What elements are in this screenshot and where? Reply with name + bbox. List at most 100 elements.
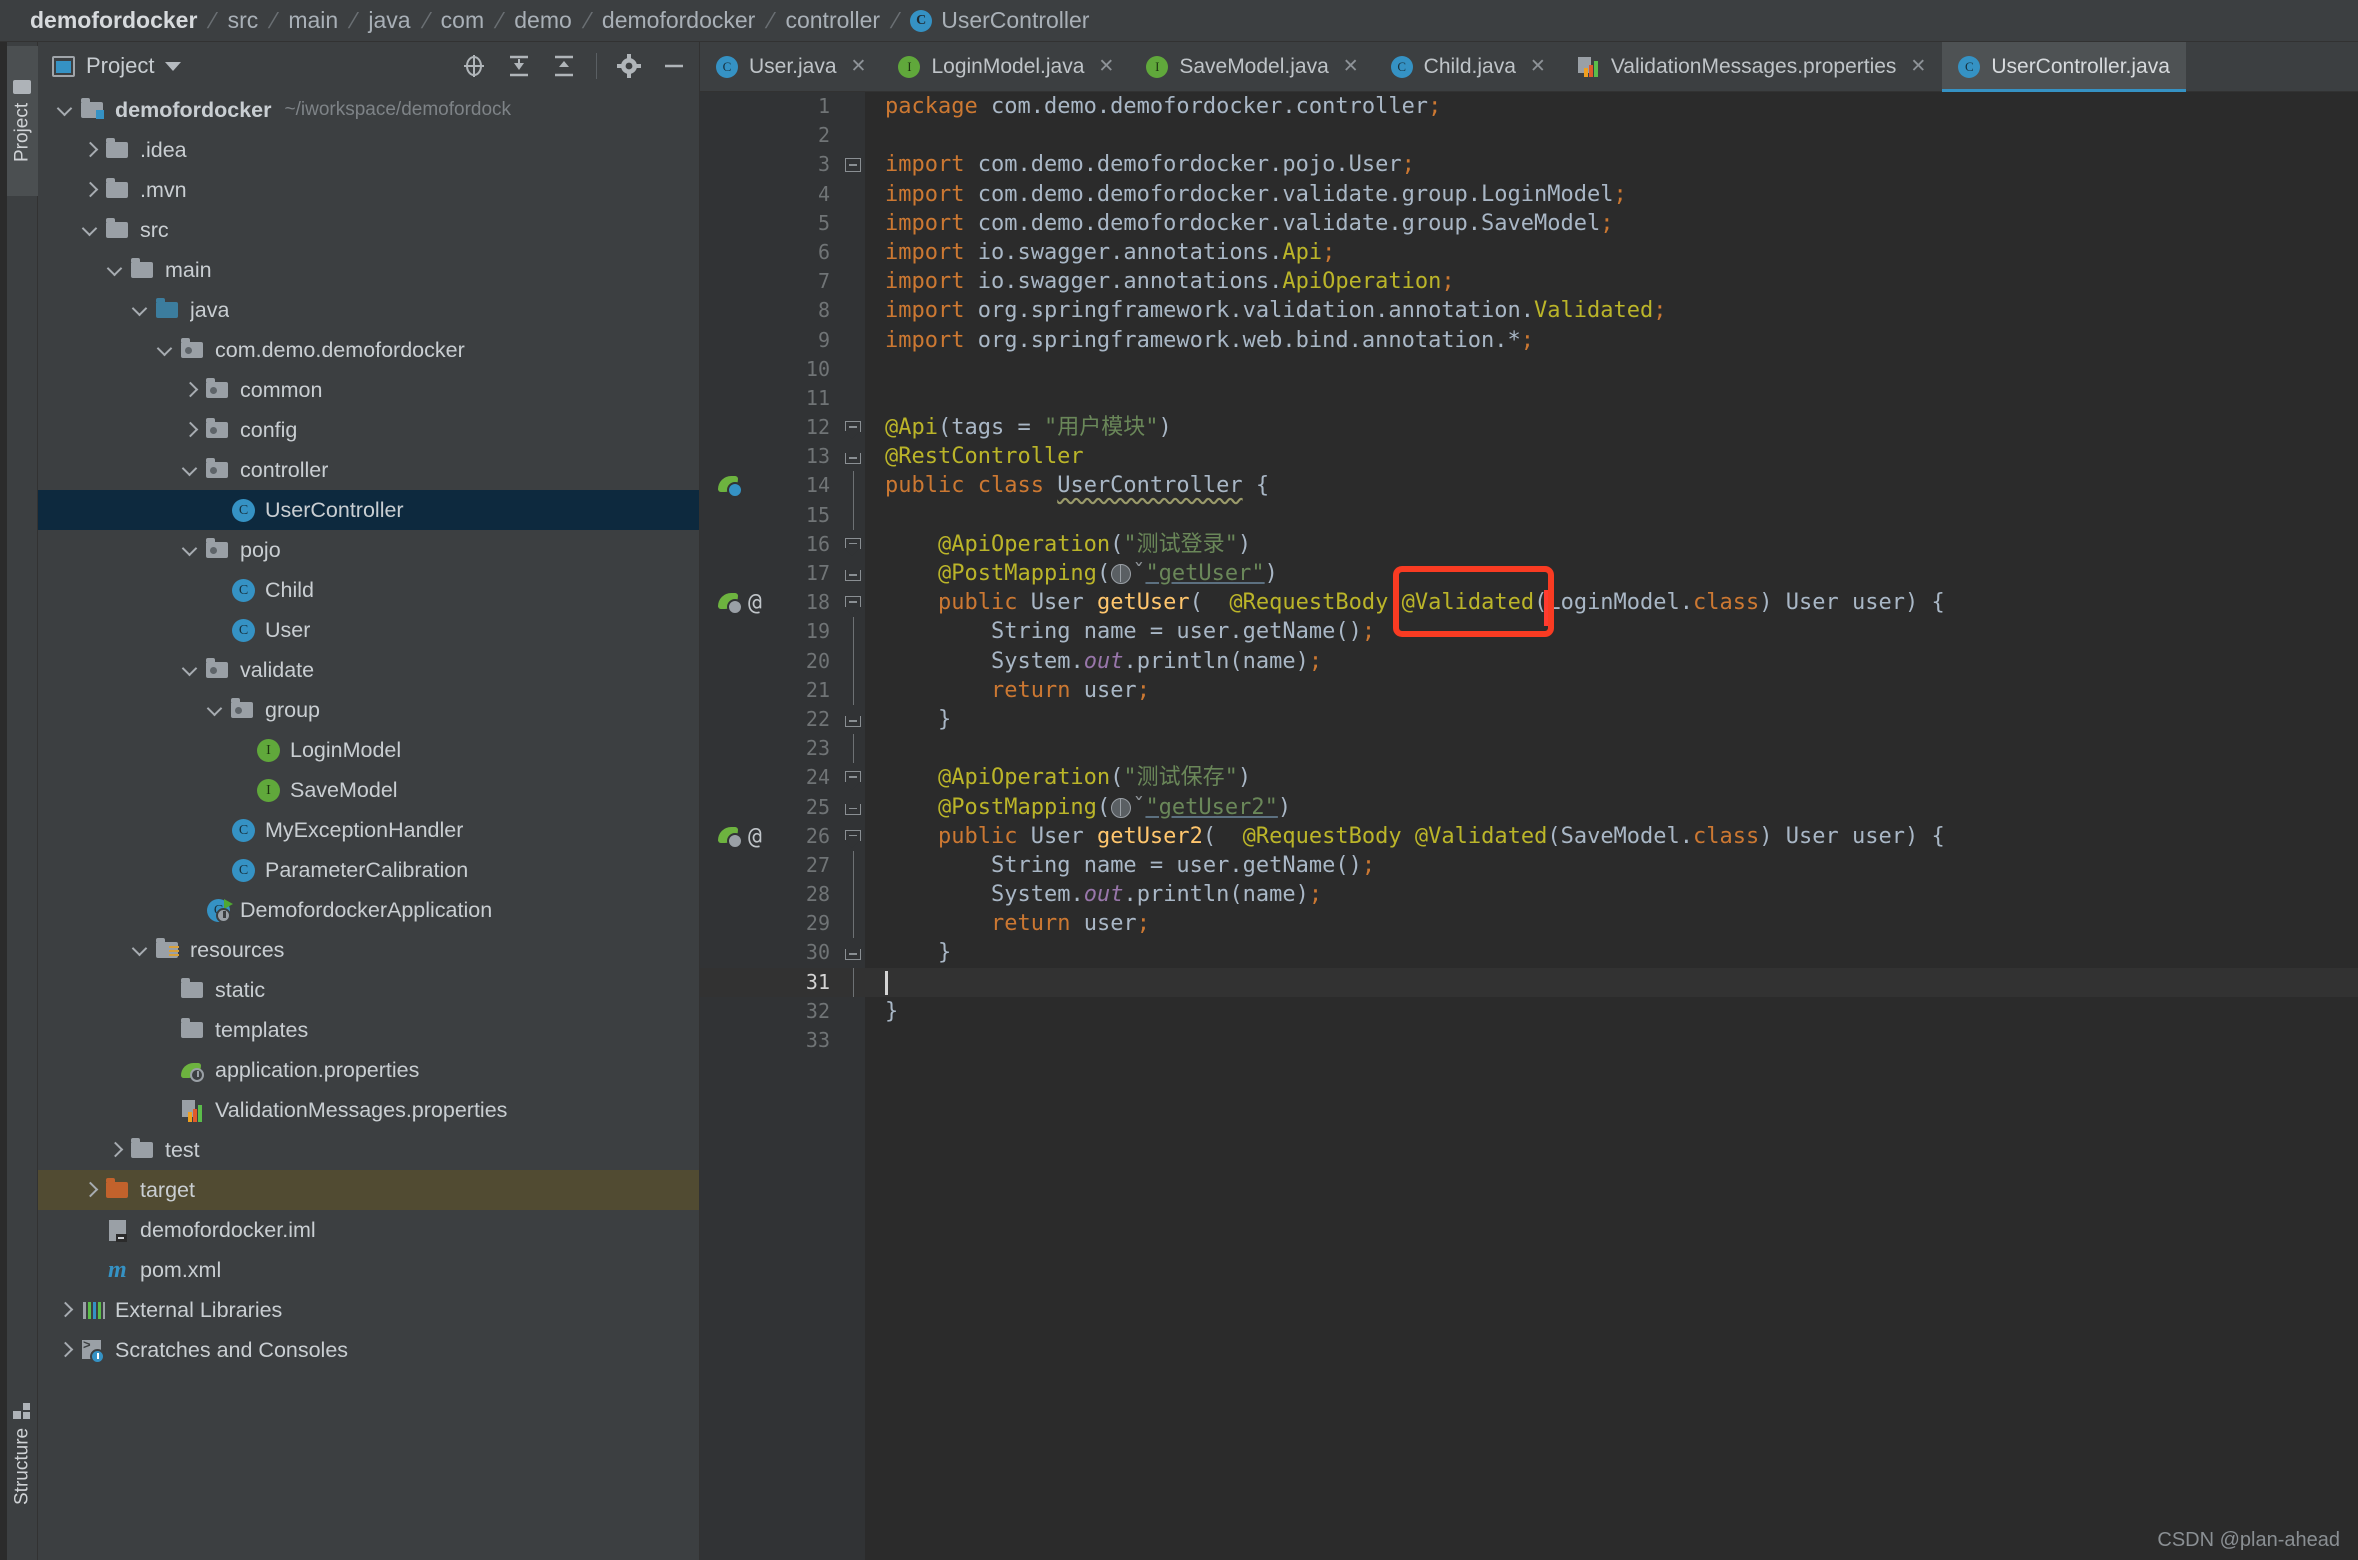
tool-window-button-structure[interactable]: Structure	[7, 1374, 38, 1534]
fold-toggle-icon[interactable]	[845, 803, 861, 815]
code-line-text[interactable]: return user;	[885, 676, 2358, 705]
code-line-25[interactable]: 25 @PostMapping(ˇ"getUser2")	[700, 793, 2358, 822]
chevron-down-icon[interactable]	[154, 338, 178, 362]
gear-icon[interactable]	[616, 53, 642, 79]
chevron-down-icon[interactable]	[129, 298, 153, 322]
tree-item-validationmessages-properties[interactable]: ValidationMessages.properties	[38, 1090, 699, 1130]
editor-tab-child-java[interactable]: C Child.java ✕	[1375, 42, 1562, 91]
code-lines[interactable]: 1 package com.demo.demofordocker.controll…	[700, 92, 2358, 1560]
tree-item-usercontroller[interactable]: C UserController	[38, 490, 699, 530]
tree-item-demofordocker[interactable]: demofordocker ~/iworkspace/demofordock	[38, 90, 699, 130]
code-line-13[interactable]: 13 @RestController	[700, 442, 2358, 471]
code-line-8[interactable]: 8 import org.springframework.validation.a…	[700, 296, 2358, 325]
code-line-text[interactable]: public User getUser2( @RequestBody @Vali…	[885, 822, 2358, 851]
chevron-down-icon[interactable]	[165, 61, 182, 71]
minimize-icon[interactable]	[661, 53, 687, 79]
code-line-text[interactable]: System.out.println(name);	[885, 647, 2358, 676]
code-line-text[interactable]: return user;	[885, 909, 2358, 938]
code-line-text[interactable]: }	[885, 705, 2358, 734]
vertical-scrollbar[interactable]	[2350, 92, 2358, 1560]
code-line-text[interactable]: System.out.println(name);	[885, 880, 2358, 909]
code-line-text[interactable]: import org.springframework.validation.an…	[885, 296, 2358, 325]
tree-item-target[interactable]: target	[38, 1170, 699, 1210]
editor-tab-bar[interactable]: C User.java ✕ I LoginModel.java ✕ I SaveModel.j…	[700, 42, 2358, 92]
tree-item-templates[interactable]: templates	[38, 1010, 699, 1050]
code-line-text[interactable]: String name = user.getName();	[885, 851, 2358, 880]
breadcrumb-item-demofordocker[interactable]: demofordocker	[602, 0, 755, 42]
chevron-right-icon[interactable]	[104, 1138, 128, 1162]
chevron-down-icon[interactable]	[179, 538, 203, 562]
chevron-right-icon[interactable]	[79, 178, 103, 202]
code-line-33[interactable]: 33	[700, 1026, 2358, 1055]
tree-item-scratches-and-consoles[interactable]: Scratches and Consoles	[38, 1330, 699, 1370]
code-line-23[interactable]: 23	[700, 734, 2358, 764]
code-line-text[interactable]: @ApiOperation("测试登录")	[885, 530, 2358, 559]
breadcrumb-item-demofordocker[interactable]: demofordocker	[30, 0, 197, 42]
chevron-down-icon[interactable]	[204, 698, 228, 722]
tree-item-resources[interactable]: resources	[38, 930, 699, 970]
code-line-text[interactable]: import io.swagger.annotations.ApiOperati…	[885, 267, 2358, 296]
code-line-text[interactable]: package com.demo.demofordocker.controlle…	[885, 92, 2358, 121]
chevron-right-icon[interactable]	[179, 378, 203, 402]
chevron-down-icon[interactable]	[129, 938, 153, 962]
code-line-27[interactable]: 27 String name = user.getName();	[700, 850, 2358, 881]
code-line-4[interactable]: 4 import com.demo.demofordocker.validate.…	[700, 180, 2358, 209]
chevron-right-icon[interactable]	[79, 1178, 103, 1202]
code-line-text[interactable]: @RestController	[885, 442, 2358, 471]
close-icon[interactable]: ✕	[851, 55, 867, 78]
chevron-right-icon[interactable]	[54, 1338, 78, 1362]
code-line-28[interactable]: 28 System.out.println(name);	[700, 880, 2358, 910]
chevron-right-icon[interactable]	[79, 138, 103, 162]
editor-tab-validationmessages-properties[interactable]: ValidationMessages.properties ✕	[1562, 42, 1943, 91]
gutter-marker[interactable]	[718, 474, 743, 499]
code-line-text[interactable]: @PostMapping(ˇ"getUser2")	[885, 793, 2358, 822]
tree-item-com-demo-demofordocker[interactable]: com.demo.demofordocker	[38, 330, 699, 370]
tree-item-test[interactable]: test	[38, 1130, 699, 1170]
fold-toggle-icon[interactable]	[845, 453, 861, 465]
chevron-right-icon[interactable]	[54, 1298, 78, 1322]
code-line-12[interactable]: 12 @Api(tags = "用户模块")	[700, 413, 2358, 442]
code-line-text[interactable]: import com.demo.demofordocker.pojo.User;	[885, 150, 2358, 179]
tree-item-java[interactable]: java	[38, 290, 699, 330]
editor-tab-user-java[interactable]: C User.java ✕	[700, 42, 882, 91]
editor-tab-usercontroller-java[interactable]: C UserController.java	[1942, 42, 2186, 92]
tree-item-common[interactable]: common	[38, 370, 699, 410]
breadcrumb-item-usercontroller[interactable]: C UserController	[910, 0, 1089, 42]
code-line-7[interactable]: 7 import io.swagger.annotations.ApiOperat…	[700, 267, 2358, 296]
fold-toggle-icon[interactable]	[844, 537, 861, 557]
project-tree[interactable]: demofordocker ~/iworkspace/demofordock .id…	[38, 90, 699, 1560]
collapse-all-icon[interactable]	[551, 53, 577, 79]
locate-icon[interactable]	[461, 53, 487, 79]
project-view-selector[interactable]: Project	[52, 53, 182, 79]
code-line-3[interactable]: 3 import com.demo.demofordocker.pojo.User…	[700, 150, 2358, 179]
chevron-down-icon[interactable]	[104, 258, 128, 282]
close-icon[interactable]: ✕	[1910, 55, 1926, 78]
code-line-18[interactable]: 18 @ public User getUser( @RequestBody @V…	[700, 588, 2358, 617]
code-line-30[interactable]: 30 }	[700, 938, 2358, 967]
code-line-26[interactable]: 26 @ public User getUser2( @RequestBody @…	[700, 822, 2358, 851]
editor-tab-savemodel-java[interactable]: I SaveModel.java ✕	[1130, 42, 1374, 91]
chevron-down-icon[interactable]	[54, 98, 78, 122]
tree-item-pom-xml[interactable]: m pom.xml	[38, 1250, 699, 1290]
code-line-text[interactable]: }	[885, 997, 2358, 1026]
tree-item-savemodel[interactable]: I SaveModel	[38, 770, 699, 810]
annotation-gutter-icon[interactable]: @	[748, 824, 762, 850]
code-line-21[interactable]: 21 return user;	[700, 675, 2358, 705]
tree-item-child[interactable]: C Child	[38, 570, 699, 610]
breadcrumb-item-controller[interactable]: controller	[785, 0, 880, 42]
tree-item-parametercalibration[interactable]: C ParameterCalibration	[38, 850, 699, 890]
code-line-text[interactable]: import io.swagger.annotations.Api;	[885, 238, 2358, 267]
chevron-down-icon[interactable]	[179, 458, 203, 482]
code-line-31[interactable]: 31	[700, 967, 2358, 997]
breadcrumb-item-src[interactable]: src	[228, 0, 259, 42]
tree-item-group[interactable]: group	[38, 690, 699, 730]
tree-item-pojo[interactable]: pojo	[38, 530, 699, 570]
tree-item-external-libraries[interactable]: External Libraries	[38, 1290, 699, 1330]
tree-item--mvn[interactable]: .mvn	[38, 170, 699, 210]
tree-item--idea[interactable]: .idea	[38, 130, 699, 170]
tree-item-main[interactable]: main	[38, 250, 699, 290]
fold-toggle-icon[interactable]	[845, 715, 861, 727]
code-line-text[interactable]: public class UserController {	[885, 471, 2358, 500]
annotation-gutter-icon[interactable]: @	[748, 590, 762, 616]
code-line-22[interactable]: 22 }	[700, 705, 2358, 734]
